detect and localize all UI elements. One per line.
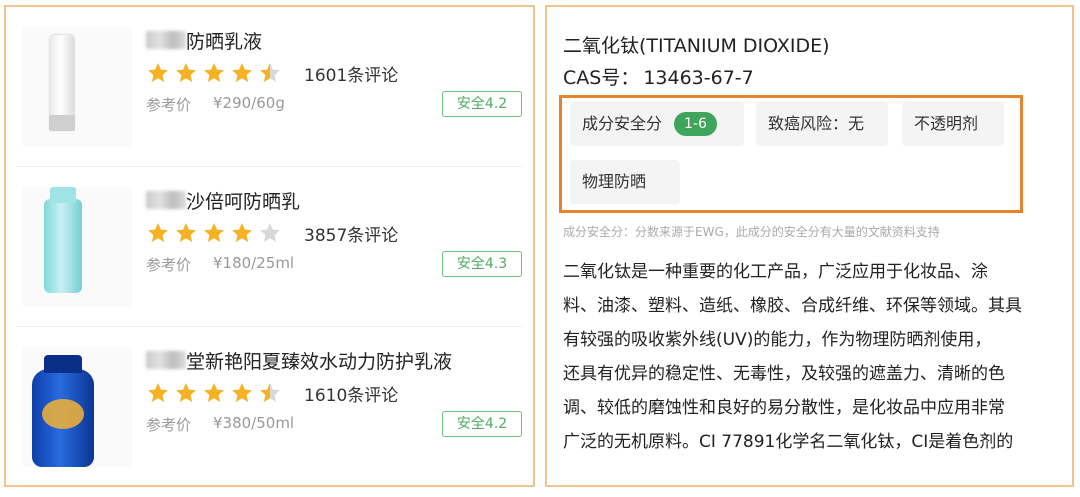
safety-footnote: 成分安全分：分数来源于EWG，此成分的安全分有大量的文献资料支持 <box>563 225 940 239</box>
star-rating <box>146 221 286 245</box>
star-full-icon <box>148 383 168 402</box>
star-empty-icon <box>260 223 280 242</box>
star-full-icon <box>232 383 252 402</box>
ingredient-title: 二氧化钛(TITANIUM DIOXIDE) <box>563 35 830 57</box>
product-image[interactable] <box>22 187 132 307</box>
price-label: 参考价 <box>146 416 192 434</box>
star-full-icon <box>232 223 252 242</box>
ingredient-description: 二氧化钛是一种重要的化工产品，广泛应用于化妆品、涂 料、油漆、塑料、造纸、橡胶、… <box>563 255 1063 459</box>
star-half-icon <box>260 383 280 402</box>
star-full-icon <box>204 383 224 402</box>
safety-badge[interactable]: 安全4.2 <box>442 91 522 117</box>
star-full-icon <box>176 63 196 82</box>
description-line: 还具有优异的稳定性、无毒性，及较强的遮盖力、清晰的色 <box>563 364 1005 384</box>
price-value: ¥380/50ml <box>213 414 295 432</box>
ingredient-detail-panel: 二氧化钛(TITANIUM DIOXIDE) CAS号： 13463-67-7 成… <box>545 5 1074 487</box>
description-line: 广泛的无机原料。CI 77891化学名二氧化钛，CI是着色剂的 <box>563 432 1014 452</box>
cancer-risk-tag[interactable]: 致癌风险：无 <box>756 102 888 146</box>
product-image[interactable] <box>22 347 132 467</box>
star-full-icon <box>148 63 168 82</box>
product-image[interactable] <box>22 27 132 147</box>
price-label: 参考价 <box>146 256 192 274</box>
product-card[interactable]: 防晒乳液 1601条评论 参考价 ¥290/60g 安全4.2 <box>6 7 533 165</box>
product-name[interactable]: 沙倍呵防晒乳 <box>186 187 300 214</box>
safety-badge[interactable]: 安全4.3 <box>442 251 522 277</box>
review-count[interactable]: 1610条评论 <box>304 381 398 406</box>
product-card[interactable]: 堂新艳阳夏臻效水动力防护乳液 1610条评论 参考价 ¥380/50ml 安全4… <box>6 327 533 485</box>
safety-badge[interactable]: 安全4.2 <box>442 411 522 437</box>
safety-score-tag[interactable]: 成分安全分 1-6 <box>570 102 744 146</box>
star-full-icon <box>176 383 196 402</box>
cas-number: CAS号： 13463-67-7 <box>563 63 758 90</box>
navy-bottle-icon <box>32 355 94 467</box>
product-name[interactable]: 堂新艳阳夏臻效水动力防护乳液 <box>186 347 452 374</box>
cas-value: 13463-67-7 <box>643 67 754 89</box>
description-line: 二氧化钛是一种重要的化工产品，广泛应用于化妆品、涂 <box>563 262 988 282</box>
description-line: 调、较低的磨蚀性和良好的易分散性，是化妆品中应用非常 <box>563 398 1005 418</box>
brand-name-blurred <box>146 351 186 369</box>
price-label: 参考价 <box>146 96 192 114</box>
star-half-icon <box>260 63 280 82</box>
safety-score-label: 成分安全分 <box>582 114 663 133</box>
cas-label: CAS号： <box>563 67 640 89</box>
product-list-panel: 防晒乳液 1601条评论 参考价 ¥290/60g 安全4.2 沙倍呵防晒乳 3… <box>4 5 535 487</box>
star-rating <box>146 61 286 85</box>
brand-name-blurred <box>146 31 186 49</box>
review-count[interactable]: 1601条评论 <box>304 61 398 86</box>
blue-bottle-icon <box>44 187 82 293</box>
price-value: ¥180/25ml <box>213 254 295 272</box>
function-tag-sunscreen[interactable]: 物理防晒 <box>570 160 680 204</box>
product-card[interactable]: 沙倍呵防晒乳 3857条评论 参考价 ¥180/25ml 安全4.3 <box>6 167 533 325</box>
white-tube-icon <box>49 35 75 131</box>
description-line: 有较强的吸收紫外线(UV)的能力，作为物理防晒剂使用， <box>563 330 992 350</box>
star-full-icon <box>176 223 196 242</box>
function-tag-opacifier[interactable]: 不透明剂 <box>902 102 1004 146</box>
star-full-icon <box>204 223 224 242</box>
safety-score-pill: 1-6 <box>674 111 717 136</box>
ingredient-tags-highlight: 成分安全分 1-6 致癌风险：无 不透明剂 物理防晒 <box>559 95 1023 213</box>
price-value: ¥290/60g <box>213 94 285 112</box>
star-rating <box>146 381 286 405</box>
star-full-icon <box>204 63 224 82</box>
star-full-icon <box>232 63 252 82</box>
product-name[interactable]: 防晒乳液 <box>186 27 262 54</box>
review-count[interactable]: 3857条评论 <box>304 221 398 246</box>
brand-name-blurred <box>146 191 186 209</box>
star-full-icon <box>148 223 168 242</box>
description-line: 料、油漆、塑料、造纸、橡胶、合成纤维、环保等领域。其具 <box>563 296 1022 316</box>
